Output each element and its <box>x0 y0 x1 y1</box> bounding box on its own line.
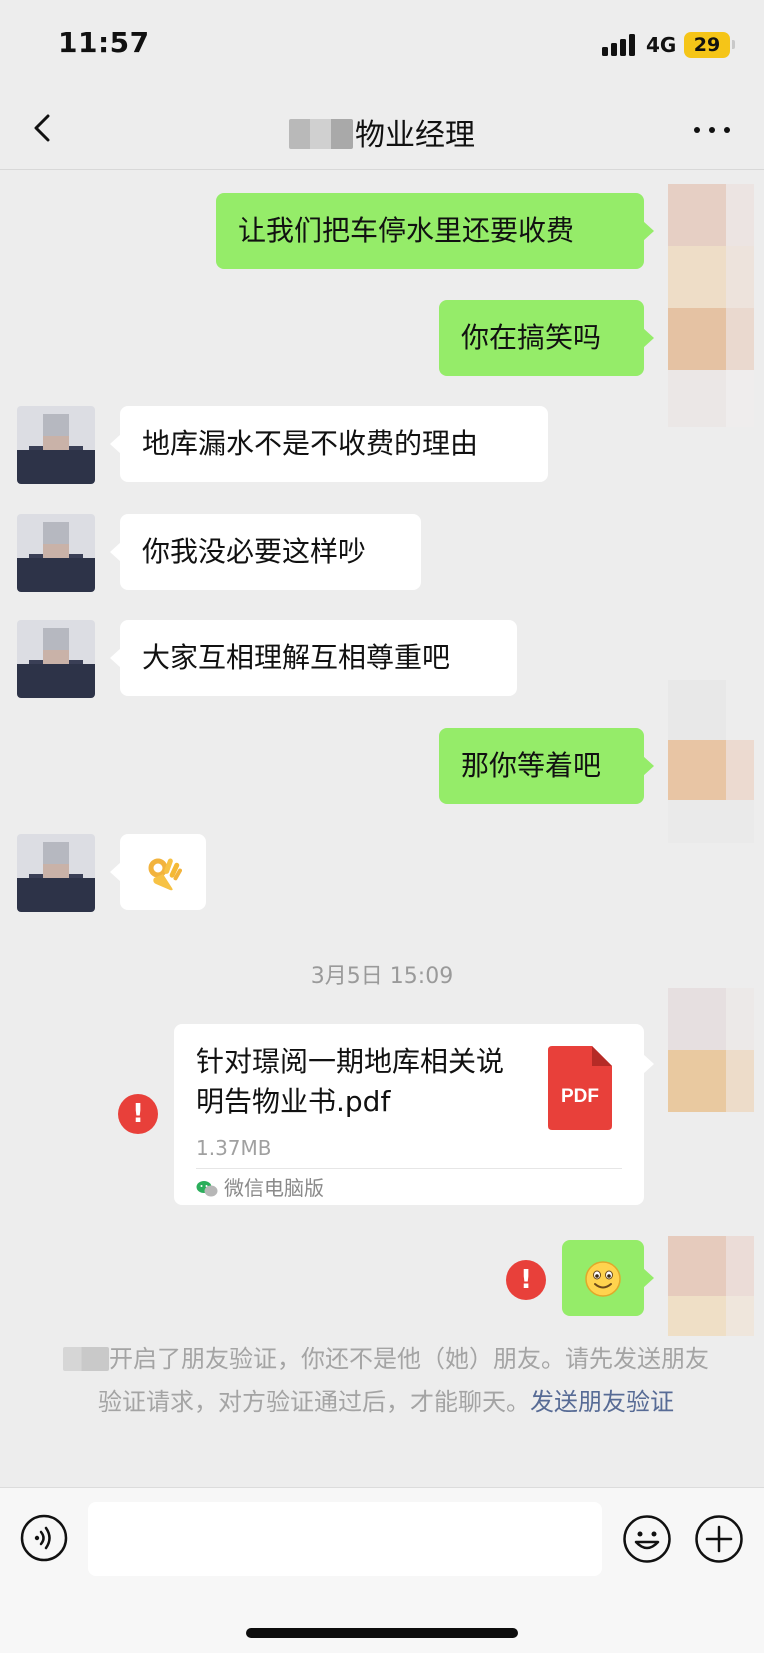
message-text: 大家互相理解互相尊重吧 <box>142 641 451 674</box>
wechat-icon <box>196 1181 218 1197</box>
battery-icon: 29 <box>684 32 730 58</box>
battery-tip <box>732 40 735 49</box>
friend-verification-notice: 开启了朋友验证，你还不是他（她）朋友。请先发送朋友验证请求，对方验证通过后，才能… <box>56 1338 716 1424</box>
file-divider <box>196 1168 622 1169</box>
message-bubble-outgoing[interactable]: 那你等着吧 <box>439 728 654 804</box>
file-name: 针对璟阅一期地库相关说明告物业书.pdf <box>196 1045 505 1118</box>
send-failed-icon[interactable]: ! <box>118 1094 158 1134</box>
message-bubble-outgoing[interactable] <box>562 1240 654 1316</box>
my-avatar[interactable] <box>668 680 754 843</box>
pdf-file-icon: PDF <box>548 1046 612 1130</box>
pdf-label: PDF <box>561 1086 599 1107</box>
send-verification-link[interactable]: 发送朋友验证 <box>530 1388 674 1416</box>
message-timestamp: 3月5日 15:09 <box>310 964 454 989</box>
plus-icon[interactable] <box>694 1514 744 1564</box>
message-text: 让我们把车停水里还要收费 <box>238 214 575 247</box>
more-dots-icon[interactable] <box>690 114 734 144</box>
chat-title: 物业经理 <box>0 110 764 154</box>
file-message-card[interactable]: 针对璟阅一期地库相关说明告物业书.pdf 1.37MB PDF 微信电脑版 <box>174 1024 654 1205</box>
status-bar: 11:57 4G 29 <box>0 0 764 90</box>
network-type: 4G <box>646 33 677 57</box>
input-bar <box>0 1487 764 1653</box>
smiling-face-emoji <box>585 1261 621 1297</box>
nav-bar: 物业经理 <box>0 90 764 170</box>
chat-title-text: 物业经理 <box>355 118 475 153</box>
blurred-name <box>63 1347 109 1371</box>
blurred-name <box>289 119 353 149</box>
message-text: 你在搞笑吗 <box>461 321 602 354</box>
my-avatar[interactable] <box>668 988 754 1112</box>
message-input[interactable] <box>88 1502 602 1576</box>
message-text: 你我没必要这样吵 <box>142 535 367 568</box>
contact-avatar[interactable] <box>17 834 95 912</box>
contact-avatar[interactable] <box>17 620 95 698</box>
message-bubble-incoming[interactable] <box>110 834 206 910</box>
message-text: 地库漏水不是不收费的理由 <box>142 427 479 460</box>
file-source: 微信电脑版 <box>196 1176 324 1200</box>
file-size: 1.37MB <box>196 1136 272 1160</box>
status-time: 11:57 <box>58 26 150 59</box>
contact-avatar[interactable] <box>17 514 95 592</box>
message-text: 那你等着吧 <box>461 749 602 782</box>
message-bubble-incoming[interactable]: 你我没必要这样吵 <box>110 514 421 590</box>
message-bubble-incoming[interactable]: 大家互相理解互相尊重吧 <box>110 620 517 696</box>
send-failed-icon[interactable]: ! <box>506 1260 546 1300</box>
signal-icon <box>602 34 638 56</box>
message-bubble-outgoing[interactable]: 让我们把车停水里还要收费 <box>216 193 654 269</box>
file-source-text: 微信电脑版 <box>224 1176 324 1200</box>
voice-icon[interactable] <box>20 1514 68 1562</box>
ok-hand-emoji <box>148 858 182 891</box>
emoji-icon[interactable] <box>622 1514 672 1564</box>
home-indicator[interactable] <box>246 1628 518 1638</box>
my-avatar[interactable] <box>668 184 754 427</box>
message-bubble-incoming[interactable]: 地库漏水不是不收费的理由 <box>110 406 548 482</box>
my-avatar[interactable] <box>668 1236 754 1336</box>
contact-avatar[interactable] <box>17 406 95 484</box>
message-bubble-outgoing[interactable]: 你在搞笑吗 <box>439 300 654 376</box>
